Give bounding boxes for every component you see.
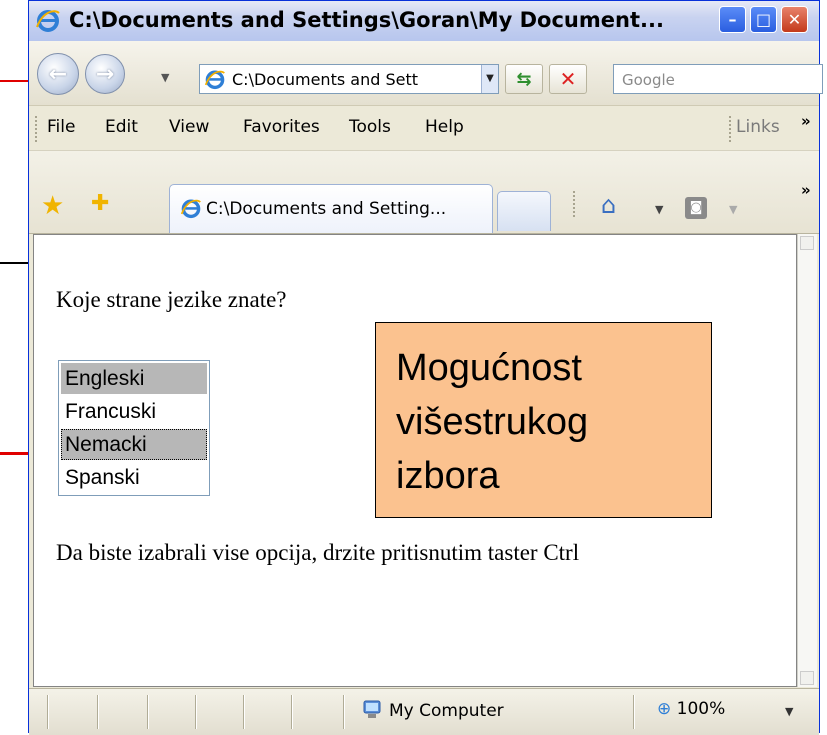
option-nemacki[interactable]: Nemacki: [61, 429, 207, 460]
menu-chevron-icon[interactable]: »: [801, 112, 811, 130]
menu-tools[interactable]: Tools: [349, 117, 391, 137]
menu-edit[interactable]: Edit: [105, 117, 138, 137]
toolbar-chevron-icon[interactable]: »: [801, 181, 811, 199]
refresh-icon: ⇆: [516, 68, 532, 90]
recent-pages-dropdown-icon[interactable]: ▼: [161, 71, 169, 84]
links-label[interactable]: Links: [736, 117, 780, 137]
refresh-button[interactable]: ⇆: [505, 64, 543, 94]
feeds-icon[interactable]: ◙: [685, 197, 707, 219]
callout-text: Mogućnost višestrukog izbora: [396, 347, 589, 497]
tab-active[interactable]: C:\Documents and Setting...: [169, 184, 493, 233]
back-arrow-icon: ←: [48, 61, 68, 87]
status-separator: [343, 695, 345, 729]
add-favorites-icon[interactable]: ✚: [91, 191, 109, 216]
menu-favorites[interactable]: Favorites: [243, 117, 320, 137]
minimize-button[interactable]: –: [719, 6, 746, 33]
option-francuski[interactable]: Francuski: [61, 396, 207, 427]
vertical-scrollbar[interactable]: [797, 234, 817, 687]
links-grip[interactable]: [729, 116, 734, 142]
close-button[interactable]: ✕: [781, 6, 808, 33]
toolbar-grip[interactable]: [573, 191, 578, 217]
close-icon: ✕: [787, 10, 802, 29]
address-bar[interactable]: C:\Documents and Sett ▼: [199, 64, 499, 94]
scroll-up-button[interactable]: [800, 236, 814, 250]
maximize-button[interactable]: □: [750, 6, 777, 33]
zoom-dropdown-icon[interactable]: ▼: [785, 705, 793, 718]
search-input[interactable]: Google: [622, 71, 675, 89]
zoom-level[interactable]: ⊕ 100%: [657, 699, 725, 719]
zoom-icon: ⊕: [657, 699, 672, 719]
scroll-down-button[interactable]: [800, 671, 814, 685]
question-text: Koje strane jezike znate?: [56, 287, 287, 312]
status-bar: My Computer ⊕ 100% ▼: [29, 688, 819, 735]
home-dropdown-icon[interactable]: ▼: [655, 203, 663, 216]
annotation-line-left-2: [0, 262, 28, 264]
status-separator: [633, 695, 635, 729]
feeds-dropdown-icon[interactable]: ▼: [729, 203, 737, 216]
option-spanski[interactable]: Spanski: [61, 462, 207, 493]
minimize-icon: –: [728, 10, 737, 29]
hint-text: Da biste izabrali vise opcija, drzite pr…: [56, 540, 580, 565]
new-tab-button[interactable]: [497, 191, 551, 231]
callout-box: Mogućnost višestrukog izbora: [375, 322, 712, 518]
search-box[interactable]: Google: [613, 64, 823, 94]
zoom-value: 100%: [676, 699, 726, 719]
stop-button[interactable]: ✕: [549, 64, 587, 94]
navigation-bar: ← → ▼ C:\Documents and Sett ▼ ⇆ ✕ Google: [29, 41, 823, 106]
favorites-star-icon[interactable]: ★: [41, 191, 64, 221]
ie-logo-icon: [36, 10, 60, 32]
status-separator: [147, 695, 149, 729]
window-title: C:\Documents and Settings\Goran\My Docum…: [69, 8, 664, 32]
tab-title: C:\Documents and Setting...: [206, 199, 447, 219]
home-icon[interactable]: ⌂: [601, 191, 616, 219]
status-separator: [97, 695, 99, 729]
menu-file[interactable]: File: [47, 117, 75, 137]
ie-page-icon: [204, 70, 225, 90]
status-zone: My Computer: [389, 701, 504, 721]
status-separator: [291, 695, 293, 729]
ie-tab-icon: [180, 199, 201, 219]
status-separator: [243, 695, 245, 729]
tab-bar: ★ ✚ C:\Documents and Setting... ⌂ ▼ ◙ ▼ …: [29, 151, 819, 234]
maximize-icon: □: [755, 10, 772, 29]
computer-icon: [363, 700, 381, 718]
menu-view[interactable]: View: [169, 117, 209, 137]
menu-bar: File Edit View Favorites Tools Help Link…: [29, 106, 819, 151]
status-separator: [47, 695, 49, 729]
back-button[interactable]: ←: [37, 53, 79, 95]
menu-grip[interactable]: [35, 116, 40, 142]
address-input[interactable]: C:\Documents and Sett: [232, 70, 418, 89]
annotation-line-left-1: [0, 80, 28, 82]
forward-button[interactable]: →: [85, 54, 125, 94]
status-separator: [195, 695, 197, 729]
forward-arrow-icon: →: [95, 61, 115, 87]
title-bar: C:\Documents and Settings\Goran\My Docum…: [29, 1, 819, 42]
language-listbox[interactable]: Engleski Francuski Nemacki Spanski: [58, 360, 210, 496]
option-engleski[interactable]: Engleski: [61, 363, 207, 394]
menu-help[interactable]: Help: [425, 117, 464, 137]
stop-icon: ✕: [559, 67, 577, 91]
address-dropdown-icon[interactable]: ▼: [481, 65, 498, 93]
